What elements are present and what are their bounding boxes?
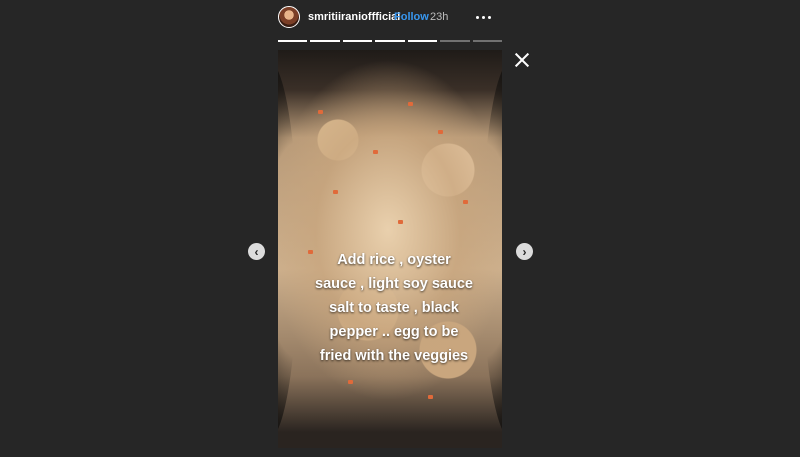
progress-segment: [375, 40, 405, 42]
carrot-bit: [398, 220, 403, 224]
avatar[interactable]: [278, 6, 300, 28]
close-icon[interactable]: [514, 52, 530, 68]
follow-button[interactable]: Follow: [394, 11, 429, 23]
story-progress-bar: [278, 40, 502, 42]
carrot-bit: [408, 102, 413, 106]
progress-segment: [472, 40, 502, 42]
caption-line: sauce , light soy sauce: [315, 276, 473, 292]
caption-line: Add rice , oyster: [337, 252, 451, 268]
progress-segment: [342, 40, 373, 42]
chevron-right-icon[interactable]: ›: [516, 243, 533, 260]
progress-segment: [310, 40, 340, 42]
carrot-bit: [373, 150, 378, 154]
story-caption: Add rice , oyster sauce , light soy sauc…: [292, 248, 496, 368]
carrot-bit: [348, 380, 353, 384]
carrot-bit: [333, 190, 338, 194]
username-link[interactable]: smritiiranioffficial: [308, 11, 400, 23]
carrot-bit: [463, 200, 468, 204]
carrot-bit: [438, 130, 443, 134]
caption-line: fried with the veggies: [319, 348, 469, 364]
progress-segment: [440, 40, 470, 42]
more-options-icon[interactable]: [474, 8, 494, 26]
story-header: smritiiranioffficial Follow 23h: [278, 6, 502, 32]
carrot-bit: [428, 395, 433, 399]
chevron-left-icon[interactable]: ‹: [248, 243, 265, 260]
caption-line: pepper .. egg to be: [329, 324, 459, 340]
progress-segment: [407, 40, 438, 42]
progress-segment: [278, 40, 308, 42]
carrot-bit: [318, 110, 323, 114]
story-timestamp: 23h: [430, 11, 449, 23]
story-media[interactable]: Add rice , oyster sauce , light soy sauc…: [278, 50, 502, 448]
caption-line: salt to taste , black: [329, 300, 459, 316]
